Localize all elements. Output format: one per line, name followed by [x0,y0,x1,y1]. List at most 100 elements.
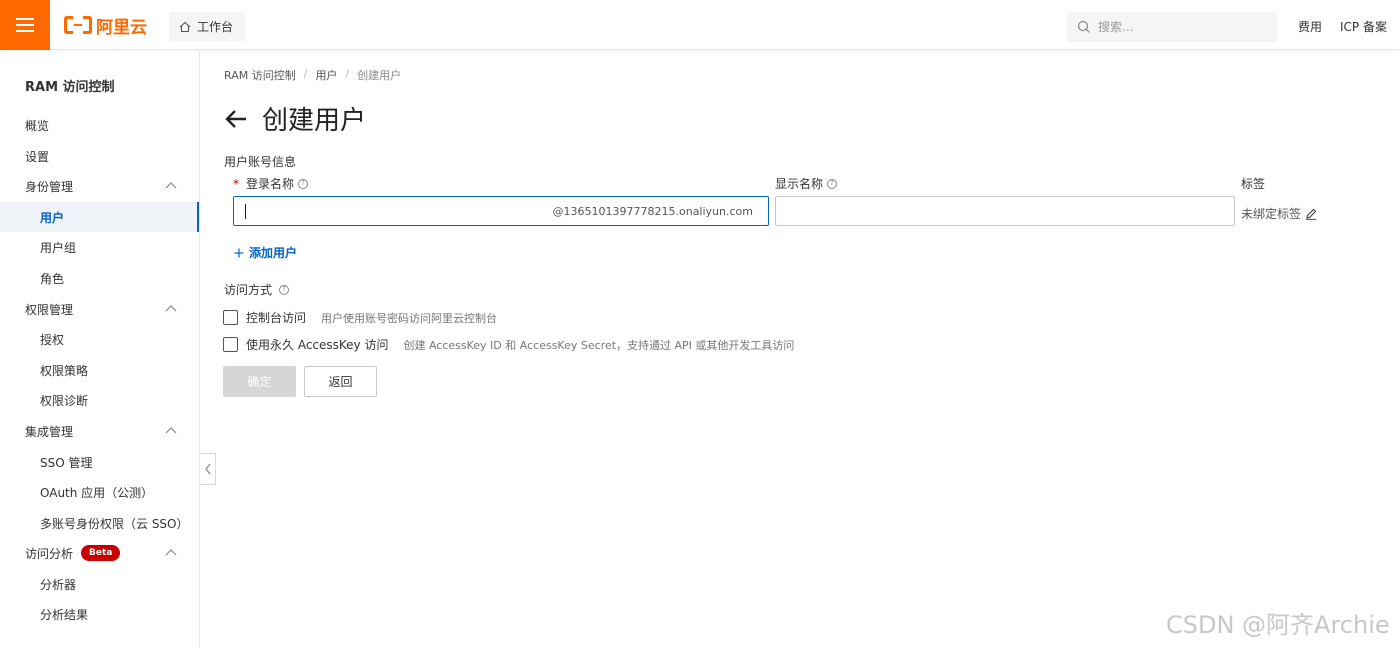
accesskey-access-option[interactable]: 使用永久 AccessKey 访问 创建 AccessKey ID 和 Acce… [223,336,794,353]
search-input[interactable] [1098,20,1268,34]
watermark: CSDN @阿齐Archie [1166,611,1390,639]
breadcrumb-users[interactable]: 用户 [315,67,337,83]
sidebar-item-roles[interactable]: 角色 [0,263,199,293]
help-icon[interactable]: ? [279,284,290,295]
sidebar-item-label: SSO 管理 [40,455,93,470]
breadcrumb-current: 创建用户 [357,69,402,82]
workbench-label: 工作台 [197,20,234,34]
plus-icon [234,248,244,257]
sidebar-item-overview[interactable]: 概览 [0,110,199,140]
login-name-label-text: 登录名称 [246,177,295,191]
login-name-input[interactable] [234,197,554,225]
display-name-input[interactable] [775,196,1235,226]
menu-icon [16,18,34,32]
chevron-up-icon [165,427,177,434]
sidebar-item-cloud-sso[interactable]: 多账号身份权限（云 SSO） [0,508,199,538]
page-title: 创建用户 [262,106,367,136]
sidebar-item-analysis-results[interactable]: 分析结果 [0,599,199,629]
login-name-field[interactable]: @1365101397778215.onaliyun.com [233,196,769,226]
breadcrumb-separator: / [345,67,350,80]
sidebar-item-label: 权限管理 [25,302,74,317]
sidebar-item-label: 分析器 [40,577,77,592]
sidebar-item-diagnostics[interactable]: 权限诊断 [0,385,199,415]
hamburger-menu-button[interactable] [0,0,50,50]
sidebar-item-label: 身份管理 [25,179,74,194]
console-access-desc: 用户使用账号密码访问阿里云控制台 [321,311,498,325]
beta-badge: Beta [81,545,121,561]
help-icon[interactable]: ? [827,178,838,189]
sidebar-group-identity[interactable]: 身份管理 [0,171,199,201]
breadcrumb: RAM 访问控制 / 用户 / 创建用户 [224,67,401,83]
logo-text: 阿里云 [96,17,147,38]
sidebar: RAM 访问控制 概览 设置 身份管理 用户 用户组 角色 权限管理 授权 权限… [0,51,200,647]
breadcrumb-ram[interactable]: RAM 访问控制 [224,67,296,83]
sidebar-item-oauth[interactable]: OAuth 应用（公测） [0,477,199,507]
sidebar-item-settings[interactable]: 设置 [0,141,199,171]
sidebar-item-label: 用户 [40,210,65,225]
add-user-button[interactable]: 添加用户 [234,244,297,261]
help-icon[interactable]: ? [298,178,309,189]
sidebar-collapse-button[interactable] [200,453,216,485]
display-name-label: 显示名称 ? [775,175,838,192]
console-access-label: 控制台访问 [246,311,307,325]
sidebar-item-label: 分析结果 [40,607,89,622]
edit-icon [1306,208,1317,220]
add-user-label: 添加用户 [249,246,298,260]
page-header: 创建用户 [224,100,366,137]
sidebar-item-label: 设置 [25,149,50,164]
aliyun-logo-icon [64,16,92,34]
breadcrumb-separator: / [303,67,308,80]
tag-value: 未绑定标签 [1241,207,1302,221]
sidebar-item-label: OAuth 应用（公测） [40,485,154,500]
access-method-label-text: 访问方式 [224,283,273,297]
billing-link[interactable]: 费用 [1298,18,1322,35]
chevron-up-icon [165,305,177,312]
sidebar-item-analyzer[interactable]: 分析器 [0,569,199,599]
sidebar-item-label: 用户组 [40,240,77,255]
top-bar: 阿里云 工作台 费用 ICP 备案 [0,0,1400,50]
sidebar-item-label: 多账号身份权限（云 SSO） [40,516,189,531]
sidebar-title: RAM 访问控制 [25,80,115,95]
search-icon [1077,20,1090,33]
search-box[interactable] [1067,12,1277,42]
tag-label-text: 标签 [1241,177,1266,191]
sidebar-group-integration[interactable]: 集成管理 [0,416,199,446]
section-title: 用户账号信息 [224,155,297,169]
confirm-button[interactable]: 确定 [223,366,296,397]
required-mark: * [233,176,239,191]
workbench-button[interactable]: 工作台 [169,12,246,41]
sidebar-item-sso[interactable]: SSO 管理 [0,447,199,477]
console-access-checkbox[interactable] [223,310,238,325]
home-icon [179,21,191,32]
sidebar-item-label: 访问分析 [25,546,74,561]
sidebar-item-user-groups[interactable]: 用户组 [0,232,199,262]
login-name-label: * 登录名称 ? [233,175,309,192]
chevron-up-icon [165,182,177,189]
console-access-option[interactable]: 控制台访问 用户使用账号密码访问阿里云控制台 [223,309,497,326]
display-name-label-text: 显示名称 [775,177,824,191]
sidebar-item-label: 授权 [40,332,65,347]
sidebar-item-users[interactable]: 用户 [0,202,199,232]
icp-link[interactable]: ICP 备案 [1340,18,1387,35]
login-name-suffix: @1365101397778215.onaliyun.com [552,205,753,218]
aliyun-logo[interactable]: 阿里云 [64,14,147,38]
chevron-up-icon [165,549,177,556]
accesskey-access-label: 使用永久 AccessKey 访问 [246,338,389,352]
text-caret [245,204,246,219]
access-method-label: 访问方式 ? [224,281,290,298]
sidebar-item-label: 概览 [25,118,50,133]
sidebar-group-permissions[interactable]: 权限管理 [0,294,199,324]
back-arrow-icon[interactable] [224,109,248,129]
sidebar-group-access-analysis[interactable]: 访问分析 Beta [0,538,199,568]
chevron-left-icon [204,463,210,475]
tag-edit[interactable]: 未绑定标签 [1241,205,1317,222]
return-button[interactable]: 返回 [304,366,377,397]
sidebar-item-label: 权限策略 [40,363,89,378]
sidebar-item-policies[interactable]: 权限策略 [0,355,199,385]
sidebar-item-label: 角色 [40,271,65,286]
sidebar-item-label: 权限诊断 [40,393,89,408]
accesskey-access-desc: 创建 AccessKey ID 和 AccessKey Secret，支持通过 … [403,338,795,352]
sidebar-item-grants[interactable]: 授权 [0,324,199,354]
tag-label: 标签 [1241,175,1265,192]
accesskey-access-checkbox[interactable] [223,337,238,352]
